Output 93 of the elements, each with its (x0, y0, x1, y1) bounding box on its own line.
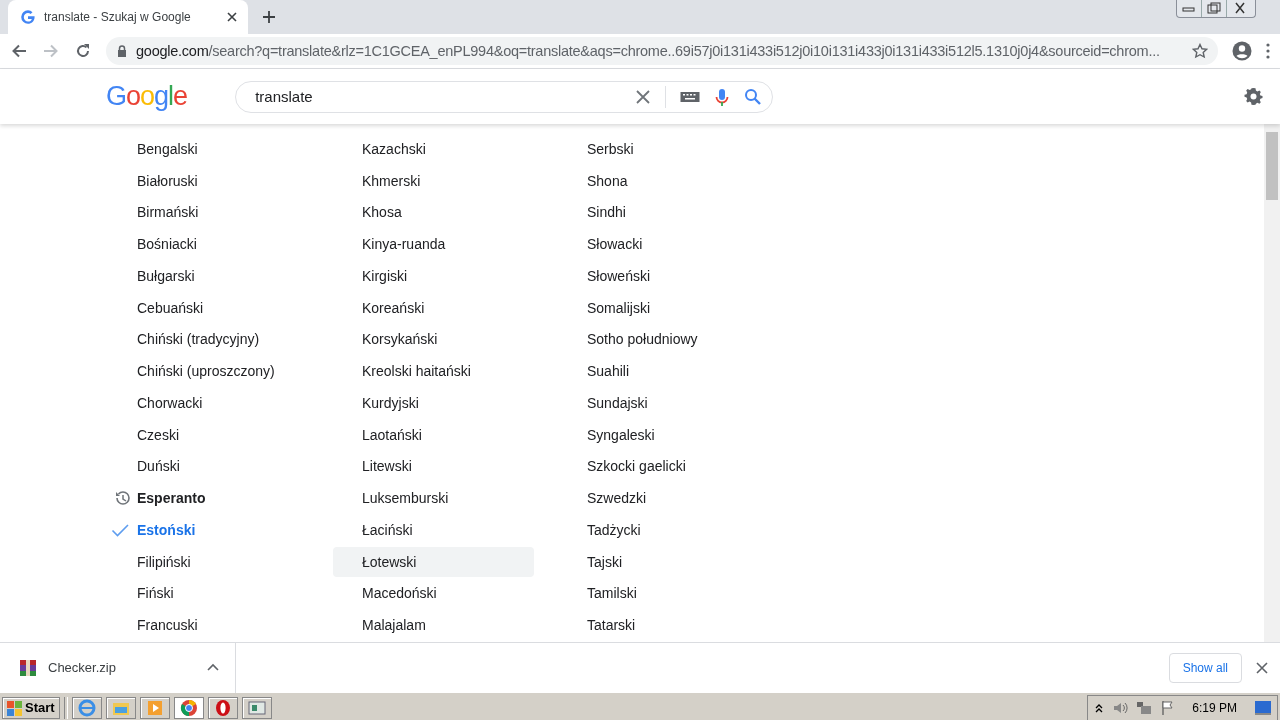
language-option[interactable]: Estoński (108, 515, 309, 545)
language-option[interactable]: Bośniacki (108, 229, 309, 259)
language-option[interactable]: Shona (558, 165, 759, 196)
file-name: Checker.zip (48, 660, 117, 675)
language-option[interactable]: Khmerski (333, 165, 534, 196)
language-option[interactable]: Tadżycki (558, 515, 759, 545)
language-option[interactable]: Somalijski (558, 292, 759, 323)
language-option[interactable]: Tatarski (558, 610, 759, 640)
reload-icon[interactable] (74, 42, 92, 60)
language-option[interactable]: Filipiński (108, 546, 309, 577)
opera-icon (213, 698, 232, 717)
taskbar-button[interactable] (139, 696, 170, 719)
language-option[interactable]: Chiński (tradycyjny) (108, 324, 309, 355)
language-option[interactable]: Birmański (108, 197, 309, 228)
menu-icon[interactable] (1266, 42, 1270, 60)
language-option[interactable]: Łotewski (333, 546, 534, 577)
language-option[interactable]: Cebuański (108, 292, 309, 323)
settings-icon[interactable] (1244, 86, 1264, 107)
taskbar-button[interactable] (241, 696, 272, 719)
language-option[interactable]: Bengalski (108, 134, 309, 164)
history-icon (114, 490, 130, 507)
google-logo[interactable]: Google (106, 81, 188, 112)
clock: 6:19 PM (1192, 700, 1237, 715)
language-option[interactable]: Syngaleski (558, 419, 759, 450)
taskbar-button[interactable] (71, 696, 102, 719)
browser-icon (77, 698, 96, 717)
language-option[interactable]: Korsykański (333, 324, 534, 355)
language-option[interactable]: Chiński (uproszczony) (108, 356, 309, 386)
keyboard-icon[interactable] (680, 89, 701, 104)
language-option[interactable]: Szkocki gaelicki (558, 451, 759, 482)
language-option[interactable]: Macedoński (333, 578, 534, 609)
language-option[interactable]: Chorwacki (108, 388, 309, 418)
url-text: google.com/search?q=translate&rlz=1C1GCEA_enPL994&oq=translate&aqs=chrome..69i57j0i131i433i512j0i10i131i433j0i131i433i512l5.1310j0j4&sourceid=chrom... (136, 43, 1161, 59)
language-option[interactable]: Szwedzki (558, 483, 759, 513)
language-option[interactable]: Kazachski (333, 134, 534, 164)
back-arrow-icon[interactable] (10, 42, 28, 60)
browser-tab[interactable]: translate - Szukaj w Google (8, 0, 248, 34)
search-icon[interactable] (744, 87, 763, 106)
show-desktop-icon[interactable] (1255, 699, 1271, 716)
start-button[interactable]: Start (2, 696, 60, 719)
language-option[interactable]: Tamilski (558, 578, 759, 609)
new-tab-icon[interactable] (262, 10, 276, 24)
language-option[interactable]: Khosa (333, 197, 534, 228)
network-icon[interactable] (1136, 699, 1153, 716)
language-option[interactable]: Sotho południowy (558, 324, 759, 355)
google-favicon-icon (20, 9, 36, 25)
language-option[interactable]: Esperanto (108, 483, 309, 513)
language-option[interactable]: Laotański (333, 419, 534, 450)
language-option[interactable]: Koreański (333, 292, 534, 323)
language-option[interactable]: Francuski (108, 610, 309, 640)
taskbar-button[interactable] (173, 696, 204, 719)
taskbar-button[interactable] (105, 696, 136, 719)
language-option[interactable]: Sindhi (558, 197, 759, 228)
language-option[interactable]: Białoruski (108, 165, 309, 196)
address-bar[interactable]: google.com/search?q=translate&rlz=1C1GCEA_enPL994&oq=translate&aqs=chrome..69i57j0i131i433i512j0i10i131i433j0i131i433i512l5.1310j0j4&sourceid=chrom... (106, 37, 1218, 65)
scrollbar[interactable] (1264, 124, 1280, 642)
check-icon (111, 522, 129, 538)
language-option[interactable]: Kreolski haitański (333, 356, 534, 386)
language-option[interactable]: Łaciński (333, 515, 534, 545)
clear-icon[interactable] (635, 88, 652, 105)
language-option[interactable]: Kirgiski (333, 261, 534, 291)
language-option[interactable]: Fiński (108, 578, 309, 609)
archive-file-icon (20, 659, 36, 676)
star-icon[interactable] (1192, 43, 1208, 59)
language-option[interactable]: Luksemburski (333, 483, 534, 513)
microphone-icon[interactable] (714, 87, 731, 106)
close-icon[interactable] (226, 11, 238, 23)
language-option[interactable]: Sundajski (558, 388, 759, 418)
chrome-icon (179, 698, 198, 717)
language-option[interactable]: Serbski (558, 134, 759, 164)
language-option[interactable]: Czeski (108, 419, 309, 450)
language-option[interactable]: Słowacki (558, 229, 759, 259)
language-option[interactable]: Malajalam (333, 610, 534, 640)
windows-logo-icon (7, 699, 22, 716)
language-option[interactable]: Tajski (558, 546, 759, 577)
language-option[interactable]: Duński (108, 451, 309, 482)
tab-title: translate - Szukaj w Google (44, 10, 192, 24)
language-option[interactable]: Bułgarski (108, 261, 309, 291)
taskbar-button[interactable] (207, 696, 238, 719)
media-player-icon (145, 698, 164, 717)
language-option[interactable]: Litewski (333, 451, 534, 482)
lock-icon (116, 44, 128, 58)
window-icon (247, 698, 266, 717)
show-all-button[interactable]: Show all (1168, 652, 1242, 683)
language-option[interactable]: Kinya-ruanda (333, 229, 534, 259)
flag-icon[interactable] (1160, 699, 1175, 716)
language-option[interactable]: Suahili (558, 356, 759, 386)
search-field[interactable]: translate (255, 88, 622, 105)
chevron-up-icon[interactable] (207, 663, 219, 672)
language-option[interactable]: Kurdyjski (333, 388, 534, 418)
close-icon[interactable] (1256, 661, 1268, 674)
profile-icon[interactable] (1232, 41, 1252, 61)
language-option[interactable]: Słoweński (558, 261, 759, 291)
